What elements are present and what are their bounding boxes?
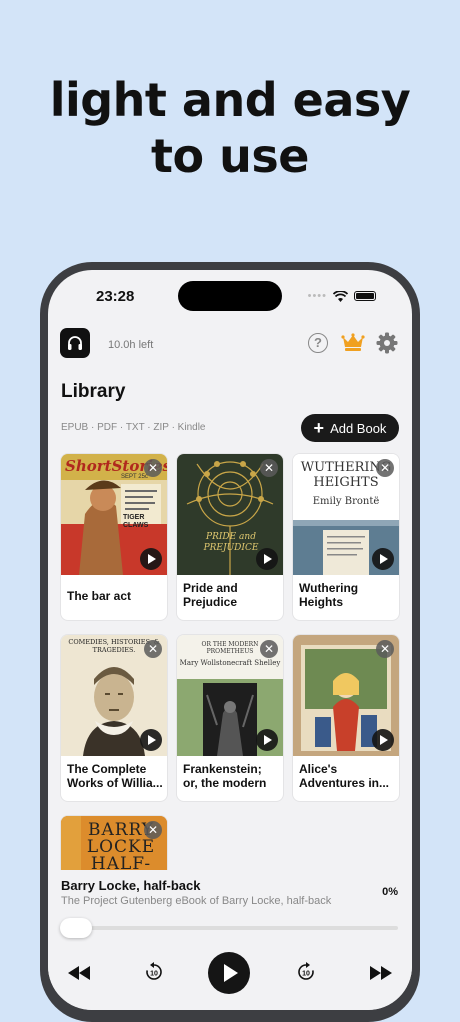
cover-text-tiger: TIGER CLAWS bbox=[123, 514, 149, 529]
signal-icon: •••• bbox=[307, 290, 327, 302]
app-screen: 23:28 •••• 10.0h left ? Library EPUB · P… bbox=[48, 270, 412, 1010]
svg-text:10: 10 bbox=[302, 971, 310, 978]
remove-book-icon[interactable]: ✕ bbox=[260, 459, 278, 477]
play-book-icon[interactable] bbox=[256, 729, 278, 751]
previous-icon[interactable] bbox=[68, 966, 90, 980]
book-title: Frankenstein; or, the modern pr... bbox=[183, 762, 267, 792]
cover-text-bronte: Emily Brontë bbox=[312, 496, 380, 507]
headline-line-2: to use bbox=[151, 129, 309, 183]
battery-icon bbox=[354, 291, 376, 301]
rewind-10-icon[interactable]: 10 bbox=[144, 962, 164, 982]
cover-text-shelley: Mary Wollstonecraft Shelley bbox=[179, 659, 281, 667]
now-playing-bar: Barry Locke, half-back The Project Guten… bbox=[48, 870, 412, 1010]
now-playing-subtitle: The Project Gutenberg eBook of Barry Loc… bbox=[61, 895, 332, 907]
remove-book-icon[interactable]: ✕ bbox=[376, 640, 394, 658]
remove-book-icon[interactable]: ✕ bbox=[144, 821, 162, 839]
book-card[interactable]: ShortStories SEPT 25c TIGER CLAWS ✕ The … bbox=[61, 454, 167, 620]
book-title: Alice's Adventures in... bbox=[299, 762, 390, 790]
book-card[interactable]: OR THE MODERN PROMETHEUS Mary Wollstonec… bbox=[177, 635, 283, 801]
book-card[interactable]: WUTHERING HEIGHTS Emily Brontë ✕ Wutheri… bbox=[293, 454, 399, 620]
help-icon[interactable]: ? bbox=[308, 333, 328, 353]
cover-text-issue: SEPT 25c bbox=[121, 474, 148, 480]
library-title: Library bbox=[61, 381, 126, 402]
play-book-icon[interactable] bbox=[372, 548, 394, 570]
progress-percent: 0% bbox=[382, 886, 398, 898]
supported-formats: EPUB · PDF · TXT · ZIP · Kindle bbox=[61, 422, 206, 433]
progress-thumb[interactable] bbox=[60, 918, 92, 938]
wifi-icon bbox=[333, 290, 348, 302]
now-playing-title: Barry Locke, half-back bbox=[61, 878, 201, 893]
play-book-icon[interactable] bbox=[140, 548, 162, 570]
dynamic-island bbox=[178, 281, 282, 311]
book-title: The bar act bbox=[67, 589, 132, 603]
forward-10-icon[interactable]: 10 bbox=[296, 962, 316, 982]
headline-line-1: light and easy bbox=[49, 73, 411, 127]
status-icons: •••• bbox=[308, 290, 376, 302]
add-book-label: Add Book bbox=[330, 420, 387, 436]
book-title: Pride and Prejudice bbox=[183, 581, 238, 609]
book-card[interactable]: ✕ Alice's Adventures in... bbox=[293, 635, 399, 801]
play-book-icon[interactable] bbox=[140, 729, 162, 751]
remove-book-icon[interactable]: ✕ bbox=[144, 459, 162, 477]
book-card[interactable]: PRIDE and PREJUDICE ✕ Pride and Prejudic… bbox=[177, 454, 283, 620]
remove-book-icon[interactable]: ✕ bbox=[376, 459, 394, 477]
book-title: Wuthering Heights bbox=[299, 581, 359, 609]
svg-text:10: 10 bbox=[150, 971, 158, 978]
gear-icon[interactable] bbox=[376, 332, 398, 354]
play-button[interactable] bbox=[208, 952, 250, 994]
book-card[interactable]: COMEDIES, HISTORIES, & TRAGEDIES. ✕ The … bbox=[61, 635, 167, 801]
time-left: 10.0h left bbox=[108, 339, 154, 351]
book-title: The Complete Works of Willia... bbox=[67, 762, 163, 790]
app-topbar: 10.0h left ? bbox=[48, 320, 412, 370]
plus-icon: + bbox=[313, 418, 325, 438]
play-book-icon[interactable] bbox=[256, 548, 278, 570]
status-time: 23:28 bbox=[96, 288, 135, 305]
add-book-button[interactable]: + Add Book bbox=[301, 414, 399, 442]
remove-book-icon[interactable]: ✕ bbox=[260, 640, 278, 658]
crown-icon[interactable] bbox=[341, 332, 365, 352]
headphones-icon[interactable] bbox=[60, 328, 90, 358]
play-book-icon[interactable] bbox=[372, 729, 394, 751]
cover-text-pride: PRIDE and PREJUDICE bbox=[203, 532, 259, 553]
next-icon[interactable] bbox=[370, 966, 392, 980]
progress-track[interactable] bbox=[66, 926, 398, 930]
headline: light and easy to use bbox=[0, 72, 460, 184]
remove-book-icon[interactable]: ✕ bbox=[144, 640, 162, 658]
